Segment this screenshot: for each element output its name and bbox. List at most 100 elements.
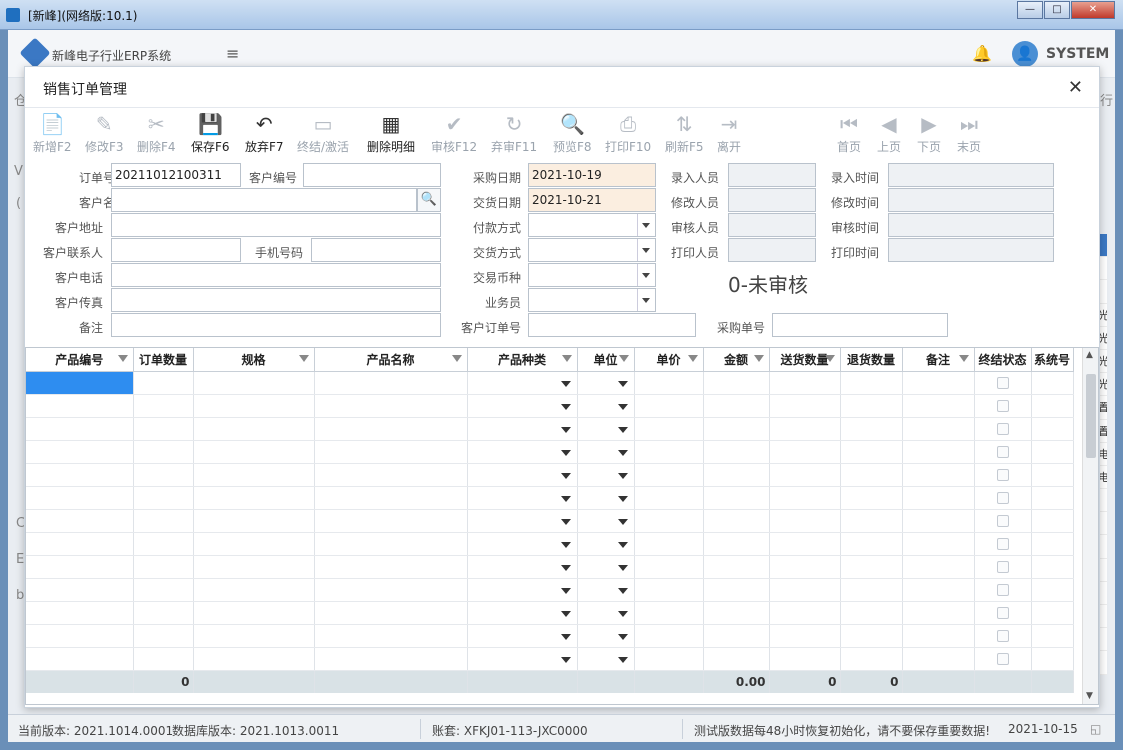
table-cell[interactable] — [26, 509, 134, 533]
table-cell[interactable] — [193, 555, 315, 579]
table-cell[interactable] — [703, 417, 770, 441]
table-cell[interactable] — [26, 394, 134, 418]
table-cell[interactable] — [840, 417, 903, 441]
table-cell[interactable] — [133, 624, 194, 648]
table-cell[interactable] — [577, 509, 635, 533]
table-cell[interactable] — [902, 371, 975, 395]
table-cell[interactable] — [314, 371, 468, 395]
table-cell[interactable] — [974, 624, 1032, 648]
table-cell[interactable] — [577, 417, 635, 441]
table-cell[interactable] — [133, 647, 194, 671]
table-cell[interactable] — [974, 463, 1032, 487]
table-cell[interactable] — [974, 532, 1032, 556]
table-cell[interactable] — [577, 601, 635, 625]
table-cell[interactable] — [974, 486, 1032, 510]
column-header[interactable]: 产品编号 — [26, 348, 134, 372]
table-cell[interactable] — [634, 601, 704, 625]
table-cell[interactable] — [467, 578, 578, 602]
table-cell[interactable] — [1031, 463, 1074, 487]
table-cell[interactable] — [193, 601, 315, 625]
table-cell[interactable] — [133, 601, 194, 625]
table-cell[interactable] — [467, 647, 578, 671]
table-row[interactable] — [26, 555, 1074, 579]
filter-icon[interactable] — [687, 355, 698, 362]
table-cell[interactable] — [26, 417, 134, 441]
filter-icon[interactable] — [561, 355, 572, 362]
table-cell[interactable] — [26, 578, 134, 602]
table-cell[interactable] — [974, 555, 1032, 579]
table-cell[interactable] — [1031, 647, 1074, 671]
table-cell[interactable] — [1031, 555, 1074, 579]
table-cell[interactable] — [902, 394, 975, 418]
table-cell[interactable] — [577, 486, 635, 510]
table-cell[interactable] — [193, 417, 315, 441]
table-cell[interactable] — [634, 440, 704, 464]
column-header[interactable]: 退货数量 — [840, 348, 903, 372]
table-cell[interactable] — [634, 555, 704, 579]
search-icon[interactable]: 🔍 — [417, 188, 441, 212]
table-cell[interactable] — [26, 486, 134, 510]
maximize-button[interactable]: □ — [1044, 1, 1070, 19]
remark-field[interactable] — [111, 313, 441, 337]
mobile-field[interactable] — [311, 238, 441, 262]
table-cell[interactable] — [703, 555, 770, 579]
table-cell[interactable] — [902, 463, 975, 487]
table-row[interactable] — [26, 532, 1074, 556]
table-cell[interactable] — [193, 532, 315, 556]
table-cell[interactable] — [769, 394, 841, 418]
table-cell[interactable] — [133, 440, 194, 464]
table-cell[interactable] — [634, 486, 704, 510]
filter-icon[interactable] — [298, 355, 309, 362]
table-cell[interactable] — [703, 578, 770, 602]
table-cell[interactable] — [577, 647, 635, 671]
table-cell[interactable] — [577, 463, 635, 487]
filter-icon[interactable] — [753, 355, 764, 362]
filter-icon[interactable] — [618, 355, 629, 362]
table-cell[interactable] — [634, 578, 704, 602]
table-cell[interactable] — [314, 532, 468, 556]
filter-icon[interactable] — [958, 355, 969, 362]
payment-select[interactable] — [528, 213, 656, 237]
table-cell[interactable] — [577, 555, 635, 579]
table-cell[interactable] — [974, 578, 1032, 602]
table-row[interactable] — [26, 578, 1074, 602]
table-row[interactable] — [26, 463, 1074, 487]
table-cell[interactable] — [634, 463, 704, 487]
salesman-select[interactable] — [528, 288, 656, 312]
table-cell[interactable] — [902, 624, 975, 648]
closed-checkbox[interactable] — [996, 537, 1009, 550]
column-header[interactable]: 系统号 — [1031, 348, 1074, 372]
table-row[interactable] — [26, 624, 1074, 648]
scroll-down-icon[interactable]: ▼ — [1086, 691, 1093, 701]
table-cell[interactable] — [840, 647, 903, 671]
table-cell[interactable] — [902, 509, 975, 533]
table-cell[interactable] — [634, 394, 704, 418]
table-cell[interactable] — [634, 532, 704, 556]
print-button[interactable]: ⎙ 打印F10 — [605, 112, 651, 158]
table-cell[interactable] — [314, 440, 468, 464]
table-cell[interactable] — [314, 578, 468, 602]
closed-checkbox[interactable] — [996, 629, 1009, 642]
table-cell[interactable] — [634, 371, 704, 395]
column-header[interactable]: 产品种类 — [467, 348, 578, 372]
table-cell[interactable] — [1031, 371, 1074, 395]
table-cell[interactable] — [1031, 417, 1074, 441]
table-cell[interactable] — [133, 532, 194, 556]
table-cell[interactable] — [840, 440, 903, 464]
table-cell[interactable] — [703, 486, 770, 510]
table-cell[interactable] — [902, 417, 975, 441]
purchase-no-field[interactable] — [772, 313, 948, 337]
table-cell[interactable] — [26, 647, 134, 671]
cust-name-field[interactable] — [111, 188, 417, 212]
table-row[interactable] — [26, 371, 1074, 395]
column-header[interactable]: 送货数量 — [769, 348, 841, 372]
table-cell[interactable] — [193, 394, 315, 418]
table-cell[interactable] — [840, 624, 903, 648]
deldetail-button[interactable]: ▦ 删除明细 — [367, 112, 415, 158]
preview-button[interactable]: 🔍 预览F8 — [553, 112, 592, 158]
table-cell[interactable] — [703, 601, 770, 625]
table-cell[interactable] — [703, 463, 770, 487]
table-cell[interactable] — [1031, 486, 1074, 510]
prev-button[interactable]: ◀ 上页 — [877, 112, 901, 158]
table-cell[interactable] — [26, 532, 134, 556]
